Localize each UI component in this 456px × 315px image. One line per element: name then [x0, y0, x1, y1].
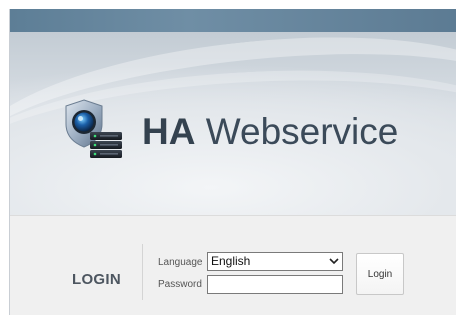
login-divider — [142, 244, 143, 300]
brand-title: HA Webservice — [142, 113, 398, 150]
password-field[interactable] — [207, 275, 343, 294]
header-banner: HA Webservice — [10, 32, 456, 215]
chevron-down-icon — [329, 258, 339, 265]
login-button[interactable]: Login — [356, 253, 404, 295]
language-select-value: English — [211, 254, 251, 268]
shield-camera-server-icon — [65, 99, 122, 158]
language-label: Language — [158, 257, 203, 268]
password-label: Password — [158, 279, 202, 290]
brand-title-rest: Webservice — [195, 111, 399, 152]
login-heading: LOGIN — [72, 271, 121, 288]
top-bar — [10, 9, 456, 32]
app-frame: HA Webservice LOGIN Language English Pas… — [9, 9, 456, 315]
login-panel: LOGIN Language English Password Login — [10, 215, 456, 315]
brand-title-bold: HA — [142, 111, 196, 152]
language-select[interactable]: English — [207, 252, 343, 271]
